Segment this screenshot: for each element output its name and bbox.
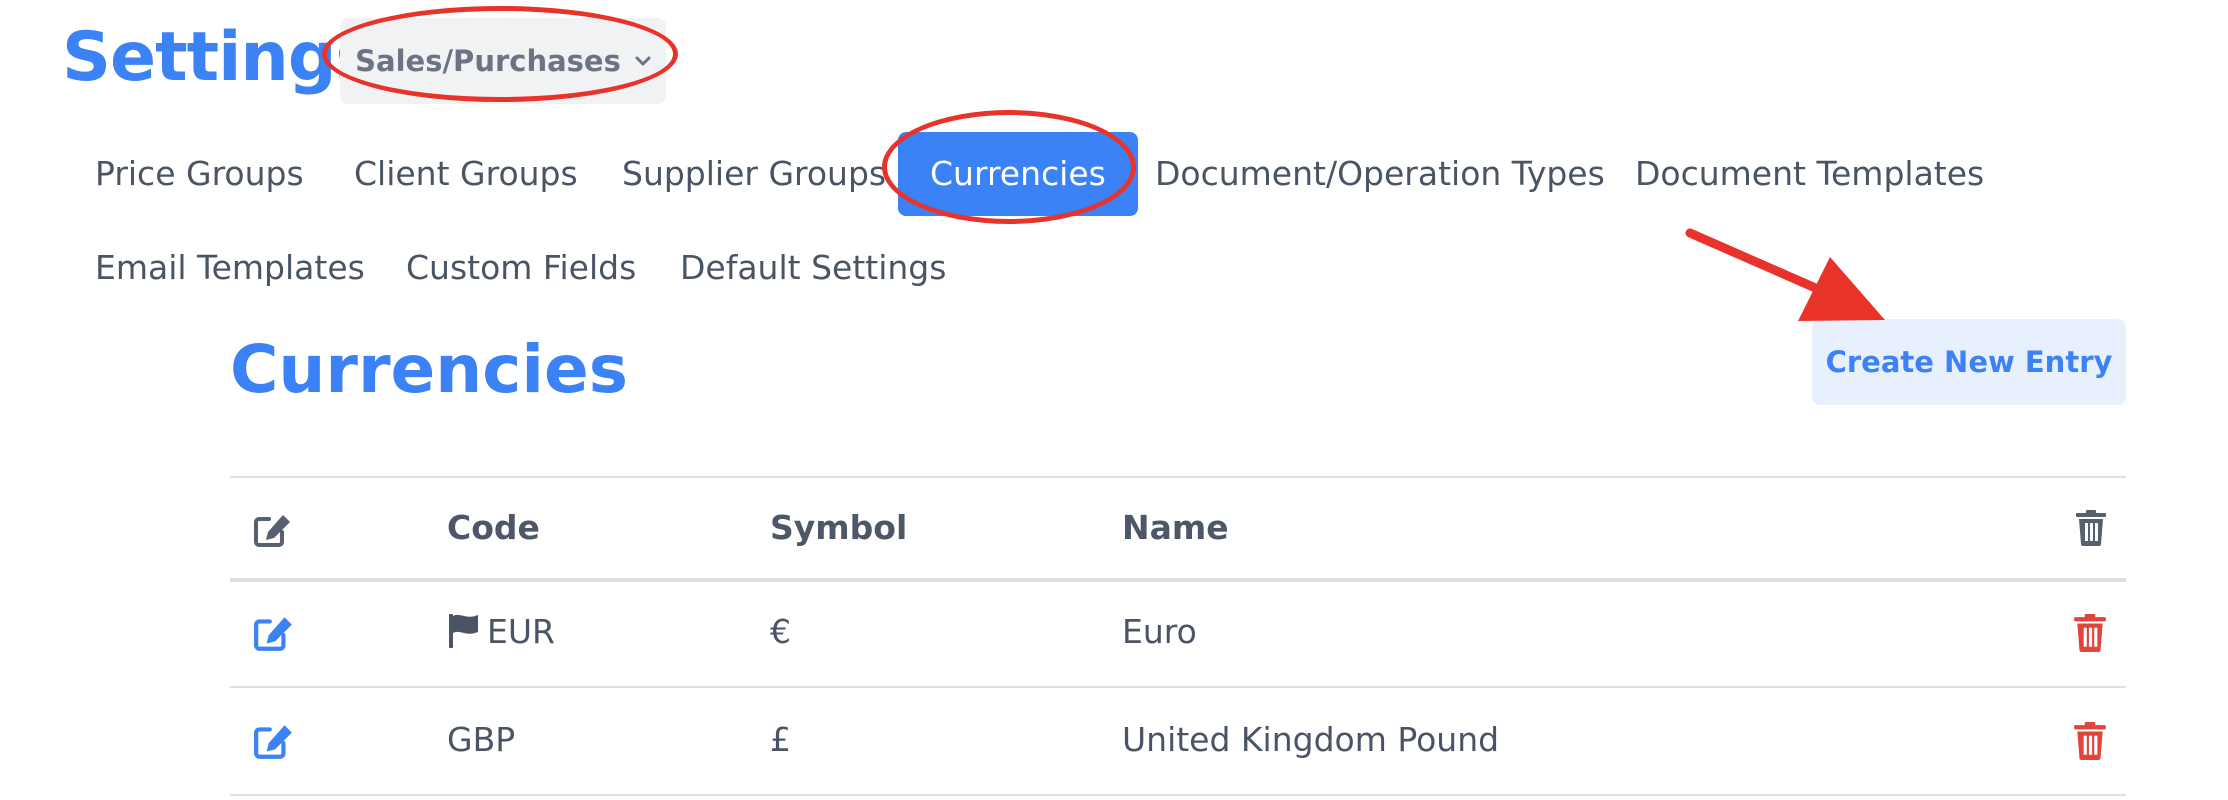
module-dropdown-label: Sales/Purchases	[355, 44, 621, 78]
flag-icon	[448, 612, 480, 648]
column-header-code: Code	[447, 508, 540, 547]
trash-icon	[2076, 510, 2106, 546]
tab-client-groups[interactable]: Client Groups	[354, 142, 578, 206]
column-header-name: Name	[1122, 508, 1229, 547]
tab-document-operation-types[interactable]: Document/Operation Types	[1155, 142, 1605, 206]
delete-row-button[interactable]	[2074, 722, 2106, 760]
cell-code: GBP	[447, 720, 516, 759]
tab-supplier-groups[interactable]: Supplier Groups	[622, 142, 886, 206]
tab-default-settings[interactable]: Default Settings	[680, 236, 946, 300]
tab-email-templates[interactable]: Email Templates	[95, 236, 365, 300]
chevron-down-icon	[635, 55, 651, 67]
cell-symbol: €	[770, 612, 791, 651]
edit-icon	[253, 512, 293, 548]
row-divider	[230, 794, 2126, 796]
create-new-entry-button[interactable]: Create New Entry	[1812, 319, 2126, 405]
annotation-arrow	[1685, 228, 1885, 321]
cell-name: United Kingdom Pound	[1122, 720, 1500, 759]
tab-price-groups[interactable]: Price Groups	[95, 142, 304, 206]
page-title: Settings	[62, 18, 376, 97]
table-top-border	[230, 476, 2126, 478]
delete-row-button[interactable]	[2074, 614, 2106, 652]
tab-currencies[interactable]: Currencies	[898, 132, 1138, 216]
column-header-symbol: Symbol	[770, 508, 908, 547]
edit-row-button[interactable]	[253, 722, 295, 760]
row-divider	[230, 686, 2126, 688]
edit-row-button[interactable]	[253, 614, 295, 652]
tab-custom-fields[interactable]: Custom Fields	[406, 236, 636, 300]
cell-code: EUR	[487, 612, 555, 651]
table-header-border	[230, 578, 2126, 582]
cell-symbol: £	[770, 720, 791, 759]
module-dropdown[interactable]: Sales/Purchases	[340, 18, 666, 104]
section-title: Currencies	[230, 331, 629, 408]
tab-document-templates[interactable]: Document Templates	[1635, 142, 1984, 206]
cell-name: Euro	[1122, 612, 1197, 651]
